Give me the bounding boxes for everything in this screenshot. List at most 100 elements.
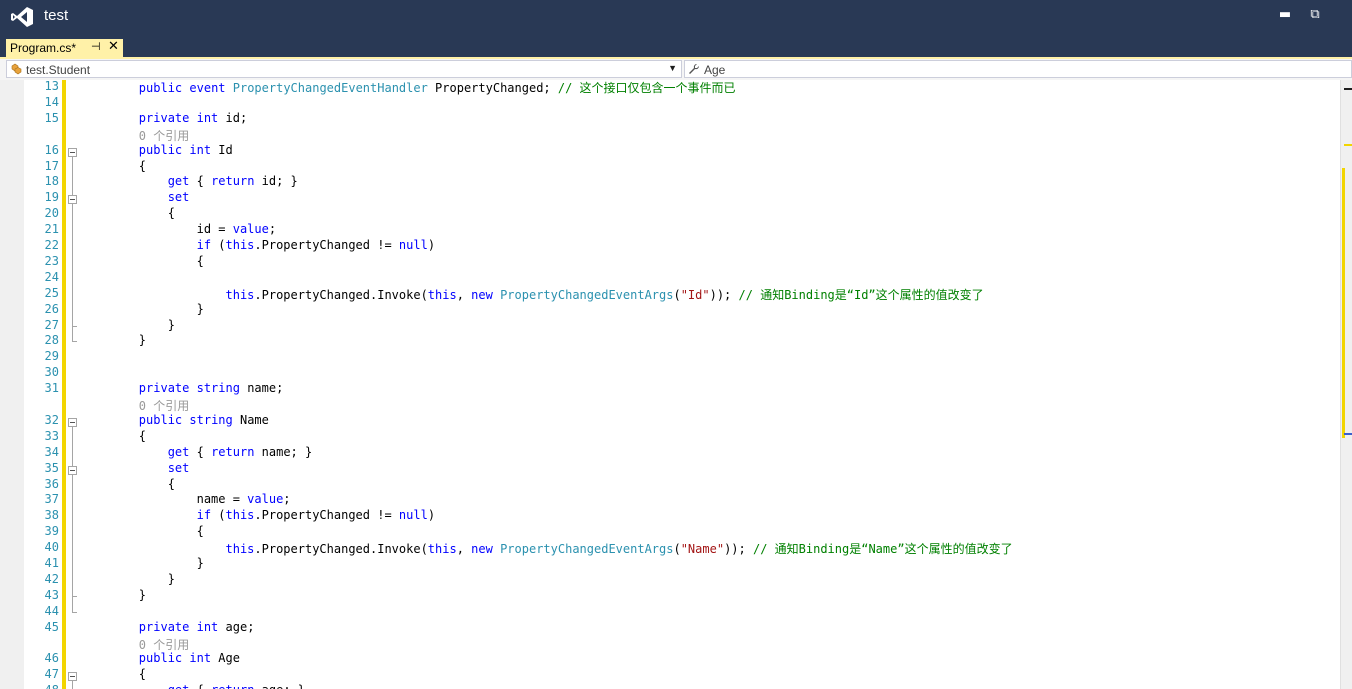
code-text: set xyxy=(81,190,190,204)
code-token: public xyxy=(138,651,183,666)
code-line[interactable]: 23 { xyxy=(0,253,1340,269)
code-line[interactable]: 19 set xyxy=(0,189,1340,205)
code-line[interactable]: 42 } xyxy=(0,571,1340,587)
class-dropdown[interactable]: test.Student ▼ xyxy=(6,60,682,78)
code-line[interactable]: 27 } xyxy=(0,317,1340,333)
code-text: get { return age; } xyxy=(81,683,305,689)
code-line[interactable]: 18 get { return id; } xyxy=(0,173,1340,189)
code-text: public int Id xyxy=(81,143,233,157)
code-line[interactable]: 25 this.PropertyChanged.Invoke(this, new… xyxy=(0,285,1340,302)
code-line[interactable]: 16 public int Id xyxy=(0,142,1340,158)
reference-codelens[interactable]: 0 个引用 xyxy=(0,126,1340,143)
code-token: { xyxy=(81,206,175,221)
code-line[interactable]: 22 if (this.PropertyChanged != null) xyxy=(0,237,1340,253)
title-bar: test ▬ ⧉ xyxy=(0,0,1352,38)
code-text: get { return name; } xyxy=(81,445,313,459)
code-token: int xyxy=(196,619,219,634)
code-token: ) xyxy=(427,508,436,523)
code-text: id = value; xyxy=(81,222,276,236)
code-token: } xyxy=(81,571,175,586)
code-token: private xyxy=(138,110,190,125)
collapse-toggle-icon[interactable] xyxy=(68,465,77,475)
code-line[interactable]: 37 name = value; xyxy=(0,491,1340,507)
code-token: id; } xyxy=(254,174,298,189)
collapse-toggle-icon[interactable] xyxy=(68,417,77,427)
code-line[interactable]: 24 xyxy=(0,269,1340,285)
code-token: { xyxy=(189,683,211,689)
code-line[interactable]: 14 xyxy=(0,94,1340,110)
vertical-scrollbar[interactable] xyxy=(1340,80,1352,689)
line-number: 42 xyxy=(44,571,59,586)
collapse-toggle-icon[interactable] xyxy=(68,147,77,157)
code-line[interactable]: 21 id = value; xyxy=(0,221,1340,237)
line-number: 38 xyxy=(44,508,59,523)
line-number: 26 xyxy=(44,301,59,316)
reference-count: 0 个引用 xyxy=(81,637,190,652)
code-line[interactable]: 29 xyxy=(0,348,1340,364)
collapse-toggle-icon[interactable] xyxy=(68,672,77,682)
code-line[interactable]: 31 private string name; xyxy=(0,380,1340,396)
code-line[interactable]: 34 get { return name; } xyxy=(0,444,1340,460)
code-line[interactable]: 28 } xyxy=(0,332,1340,348)
code-line[interactable]: 32 public string Name xyxy=(0,412,1340,428)
code-token: this xyxy=(427,287,457,302)
code-line[interactable]: 47 { xyxy=(0,666,1340,682)
window-title: test xyxy=(44,7,69,24)
code-token: ( xyxy=(673,542,681,557)
code-line[interactable]: 48 get { return age; } xyxy=(0,682,1340,689)
code-line[interactable]: 33 { xyxy=(0,428,1340,444)
code-line[interactable]: 41 } xyxy=(0,555,1340,571)
line-number: 25 xyxy=(44,285,59,300)
pin-icon[interactable]: ⊣ xyxy=(91,40,101,53)
reference-codelens[interactable]: 0 个引用 xyxy=(0,635,1340,652)
code-token: public xyxy=(138,81,183,95)
code-line[interactable]: 44 xyxy=(0,603,1340,619)
code-line[interactable]: 26 } xyxy=(0,301,1340,317)
code-token: , xyxy=(456,542,472,557)
code-line[interactable]: 45 private int age; xyxy=(0,619,1340,635)
code-line[interactable]: 15 private int id; xyxy=(0,110,1340,126)
code-text: public string Name xyxy=(81,413,269,427)
line-number: 30 xyxy=(44,365,59,380)
code-token: new xyxy=(471,287,493,302)
tab-program-cs[interactable]: Program.cs* ⊣ ✕ xyxy=(6,39,123,58)
code-line[interactable]: 40 this.PropertyChanged.Invoke(this, new… xyxy=(0,539,1340,557)
collapse-toggle-icon[interactable] xyxy=(68,195,77,205)
code-token: set xyxy=(167,460,190,475)
member-dropdown[interactable]: Age xyxy=(684,60,1352,78)
code-line[interactable]: 38 if (this.PropertyChanged != null) xyxy=(0,507,1340,523)
line-number: 18 xyxy=(44,174,59,189)
code-line[interactable]: 43 } xyxy=(0,587,1340,603)
code-line[interactable]: 39 { xyxy=(0,523,1340,539)
code-line[interactable]: 20 { xyxy=(0,205,1340,221)
code-line[interactable]: 17 { xyxy=(0,158,1340,174)
line-number: 44 xyxy=(44,603,59,618)
restore-button[interactable]: ⧉ xyxy=(1302,4,1328,26)
code-token: int xyxy=(196,110,219,125)
line-number: 37 xyxy=(44,492,59,507)
code-line[interactable]: 35 set xyxy=(0,460,1340,476)
code-editor[interactable]: 13 public event PropertyChangedEventHand… xyxy=(0,80,1352,689)
code-line[interactable]: 30 xyxy=(0,364,1340,380)
code-token: if xyxy=(196,508,212,523)
code-text: { xyxy=(81,524,204,538)
code-line[interactable]: 36 { xyxy=(0,476,1340,492)
code-token: PropertyChangedEventArgs xyxy=(500,287,674,302)
close-icon[interactable]: ✕ xyxy=(108,39,119,54)
reference-codelens[interactable]: 0 个引用 xyxy=(0,396,1340,413)
code-line[interactable]: 46 public int Age xyxy=(0,650,1340,666)
outline-end xyxy=(72,611,77,613)
code-text: set xyxy=(81,460,190,475)
code-comment: // 这个接口仅包含一个事件而已 xyxy=(557,81,736,95)
code-line[interactable]: 13 public event PropertyChangedEventHand… xyxy=(0,80,1340,95)
minimize-button[interactable]: ▬ xyxy=(1272,4,1298,26)
code-text: { xyxy=(81,429,146,443)
reference-count: 0 个引用 xyxy=(81,128,190,143)
code-token: get xyxy=(168,683,190,689)
code-token: null xyxy=(398,508,428,523)
